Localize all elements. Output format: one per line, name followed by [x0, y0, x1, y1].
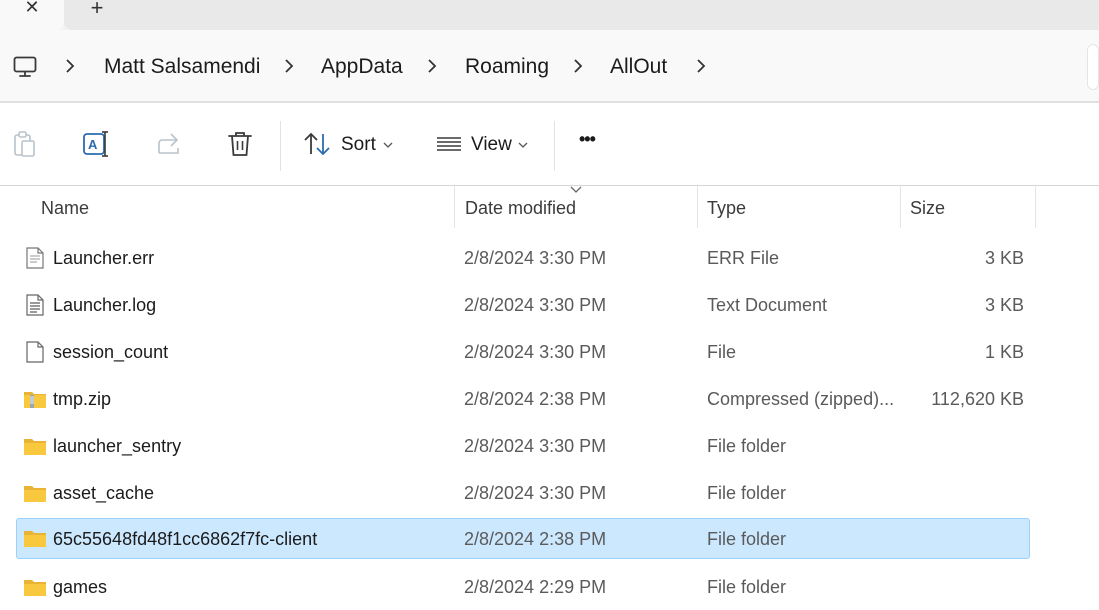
file-type: File folder [707, 483, 787, 503]
file-type: ERR File [707, 248, 780, 268]
file-size: 3 KB [984, 295, 1024, 315]
table-row-selected[interactable]: 65c55648fd48f1cc6862f7fc-client 2/8/2024… [16, 518, 1030, 559]
command-bar: A Sort View ••• [0, 103, 1099, 185]
share-icon[interactable] [154, 129, 184, 159]
file-type: File [707, 342, 737, 362]
file-name: tmp.zip [53, 389, 112, 409]
file-date: 2/8/2024 3:30 PM [464, 248, 607, 268]
file-size: 3 KB [984, 248, 1024, 268]
tab-strip-background: + [64, 0, 1099, 30]
address-bar: Matt Salsamendi AppData Roaming AllOut [0, 30, 1099, 102]
search-box[interactable] [1087, 44, 1099, 90]
file-name: session_count [53, 342, 169, 362]
column-header-size[interactable]: Size [910, 198, 945, 219]
file-date: 2/8/2024 2:38 PM [464, 529, 607, 549]
zip-folder-icon [24, 392, 46, 408]
folder-icon [24, 486, 46, 502]
file-type: File folder [707, 529, 787, 549]
sort-descending-icon [570, 186, 582, 193]
column-header-name[interactable]: Name [41, 198, 89, 219]
delete-icon[interactable] [225, 129, 255, 159]
breadcrumb-item-allout[interactable]: AllOut [610, 55, 667, 79]
tab-strip: ✕ + [0, 0, 1099, 30]
column-header-type[interactable]: Type [707, 198, 746, 219]
breadcrumb-item-roaming[interactable]: Roaming [465, 55, 549, 79]
chevron-right-icon[interactable] [572, 57, 584, 75]
column-header: Name Date modified Type Size [0, 186, 1099, 230]
file-name: Launcher.err [53, 248, 155, 268]
breadcrumb-item-user[interactable]: Matt Salsamendi [104, 55, 260, 79]
toolbar-separator [280, 121, 281, 171]
text-document-icon [26, 294, 44, 316]
view-button[interactable]: View [471, 134, 512, 156]
sort-icon[interactable] [302, 129, 332, 159]
table-row[interactable]: asset_cache 2/8/2024 3:30 PM File folder [16, 473, 1030, 514]
file-type: Compressed (zipped)... [707, 389, 895, 409]
file-type: Text Document [707, 295, 828, 315]
file-date: 2/8/2024 3:30 PM [464, 342, 607, 362]
view-icon[interactable] [434, 129, 464, 159]
column-resize-handle[interactable] [454, 186, 455, 228]
file-date: 2/8/2024 3:30 PM [464, 295, 607, 315]
file-size: 112,620 KB [931, 389, 1024, 409]
chevron-down-icon[interactable] [518, 141, 528, 149]
file-name: 65c55648fd48f1cc6862f7fc-client [53, 529, 318, 549]
this-pc-icon[interactable] [13, 56, 37, 78]
toolbar-separator [554, 121, 555, 171]
folder-icon [24, 580, 46, 596]
column-header-date[interactable]: Date modified [465, 198, 576, 219]
file-type: File folder [707, 577, 787, 597]
folder-icon [24, 531, 46, 547]
file-lines-icon [26, 247, 44, 269]
table-row[interactable]: games 2/8/2024 2:29 PM File folder [16, 567, 1030, 608]
more-options-button[interactable]: ••• [579, 129, 596, 150]
rename-icon[interactable]: A [81, 129, 111, 159]
paste-icon[interactable] [10, 129, 40, 159]
column-resize-handle[interactable] [1035, 186, 1036, 228]
new-tab-icon[interactable]: + [86, 0, 108, 21]
file-name: games [53, 577, 108, 597]
chevron-down-icon[interactable] [383, 141, 393, 149]
active-tab[interactable]: ✕ [0, 0, 64, 30]
file-name: Launcher.log [53, 295, 157, 315]
breadcrumb-item-appdata[interactable]: AppData [321, 55, 403, 79]
chevron-right-icon[interactable] [426, 57, 438, 75]
column-resize-handle[interactable] [697, 186, 698, 228]
chevron-right-icon[interactable] [283, 57, 295, 75]
file-name: launcher_sentry [53, 436, 182, 456]
file-date: 2/8/2024 2:29 PM [464, 577, 607, 597]
close-tab-icon[interactable]: ✕ [22, 0, 42, 18]
file-size: 1 KB [984, 342, 1024, 362]
sort-button[interactable]: Sort [341, 134, 376, 156]
file-date: 2/8/2024 3:30 PM [464, 436, 607, 456]
chevron-right-icon[interactable] [64, 57, 76, 75]
table-row[interactable]: Launcher.err 2/8/2024 3:30 PM ERR File 3… [16, 238, 1030, 279]
table-row[interactable]: Launcher.log 2/8/2024 3:30 PM Text Docum… [16, 285, 1030, 326]
blank-file-icon [26, 341, 44, 363]
folder-icon [24, 439, 46, 455]
svg-text:A: A [88, 137, 98, 152]
chevron-right-icon[interactable] [695, 57, 707, 75]
table-row[interactable]: session_count 2/8/2024 3:30 PM File 1 KB [16, 332, 1030, 373]
file-date: 2/8/2024 2:38 PM [464, 389, 607, 409]
table-row[interactable]: launcher_sentry 2/8/2024 3:30 PM File fo… [16, 426, 1030, 467]
table-row[interactable]: tmp.zip 2/8/2024 2:38 PM Compressed (zip… [16, 379, 1030, 420]
file-name: asset_cache [53, 483, 155, 503]
file-date: 2/8/2024 3:30 PM [464, 483, 607, 503]
file-type: File folder [707, 436, 787, 456]
column-resize-handle[interactable] [900, 186, 901, 228]
